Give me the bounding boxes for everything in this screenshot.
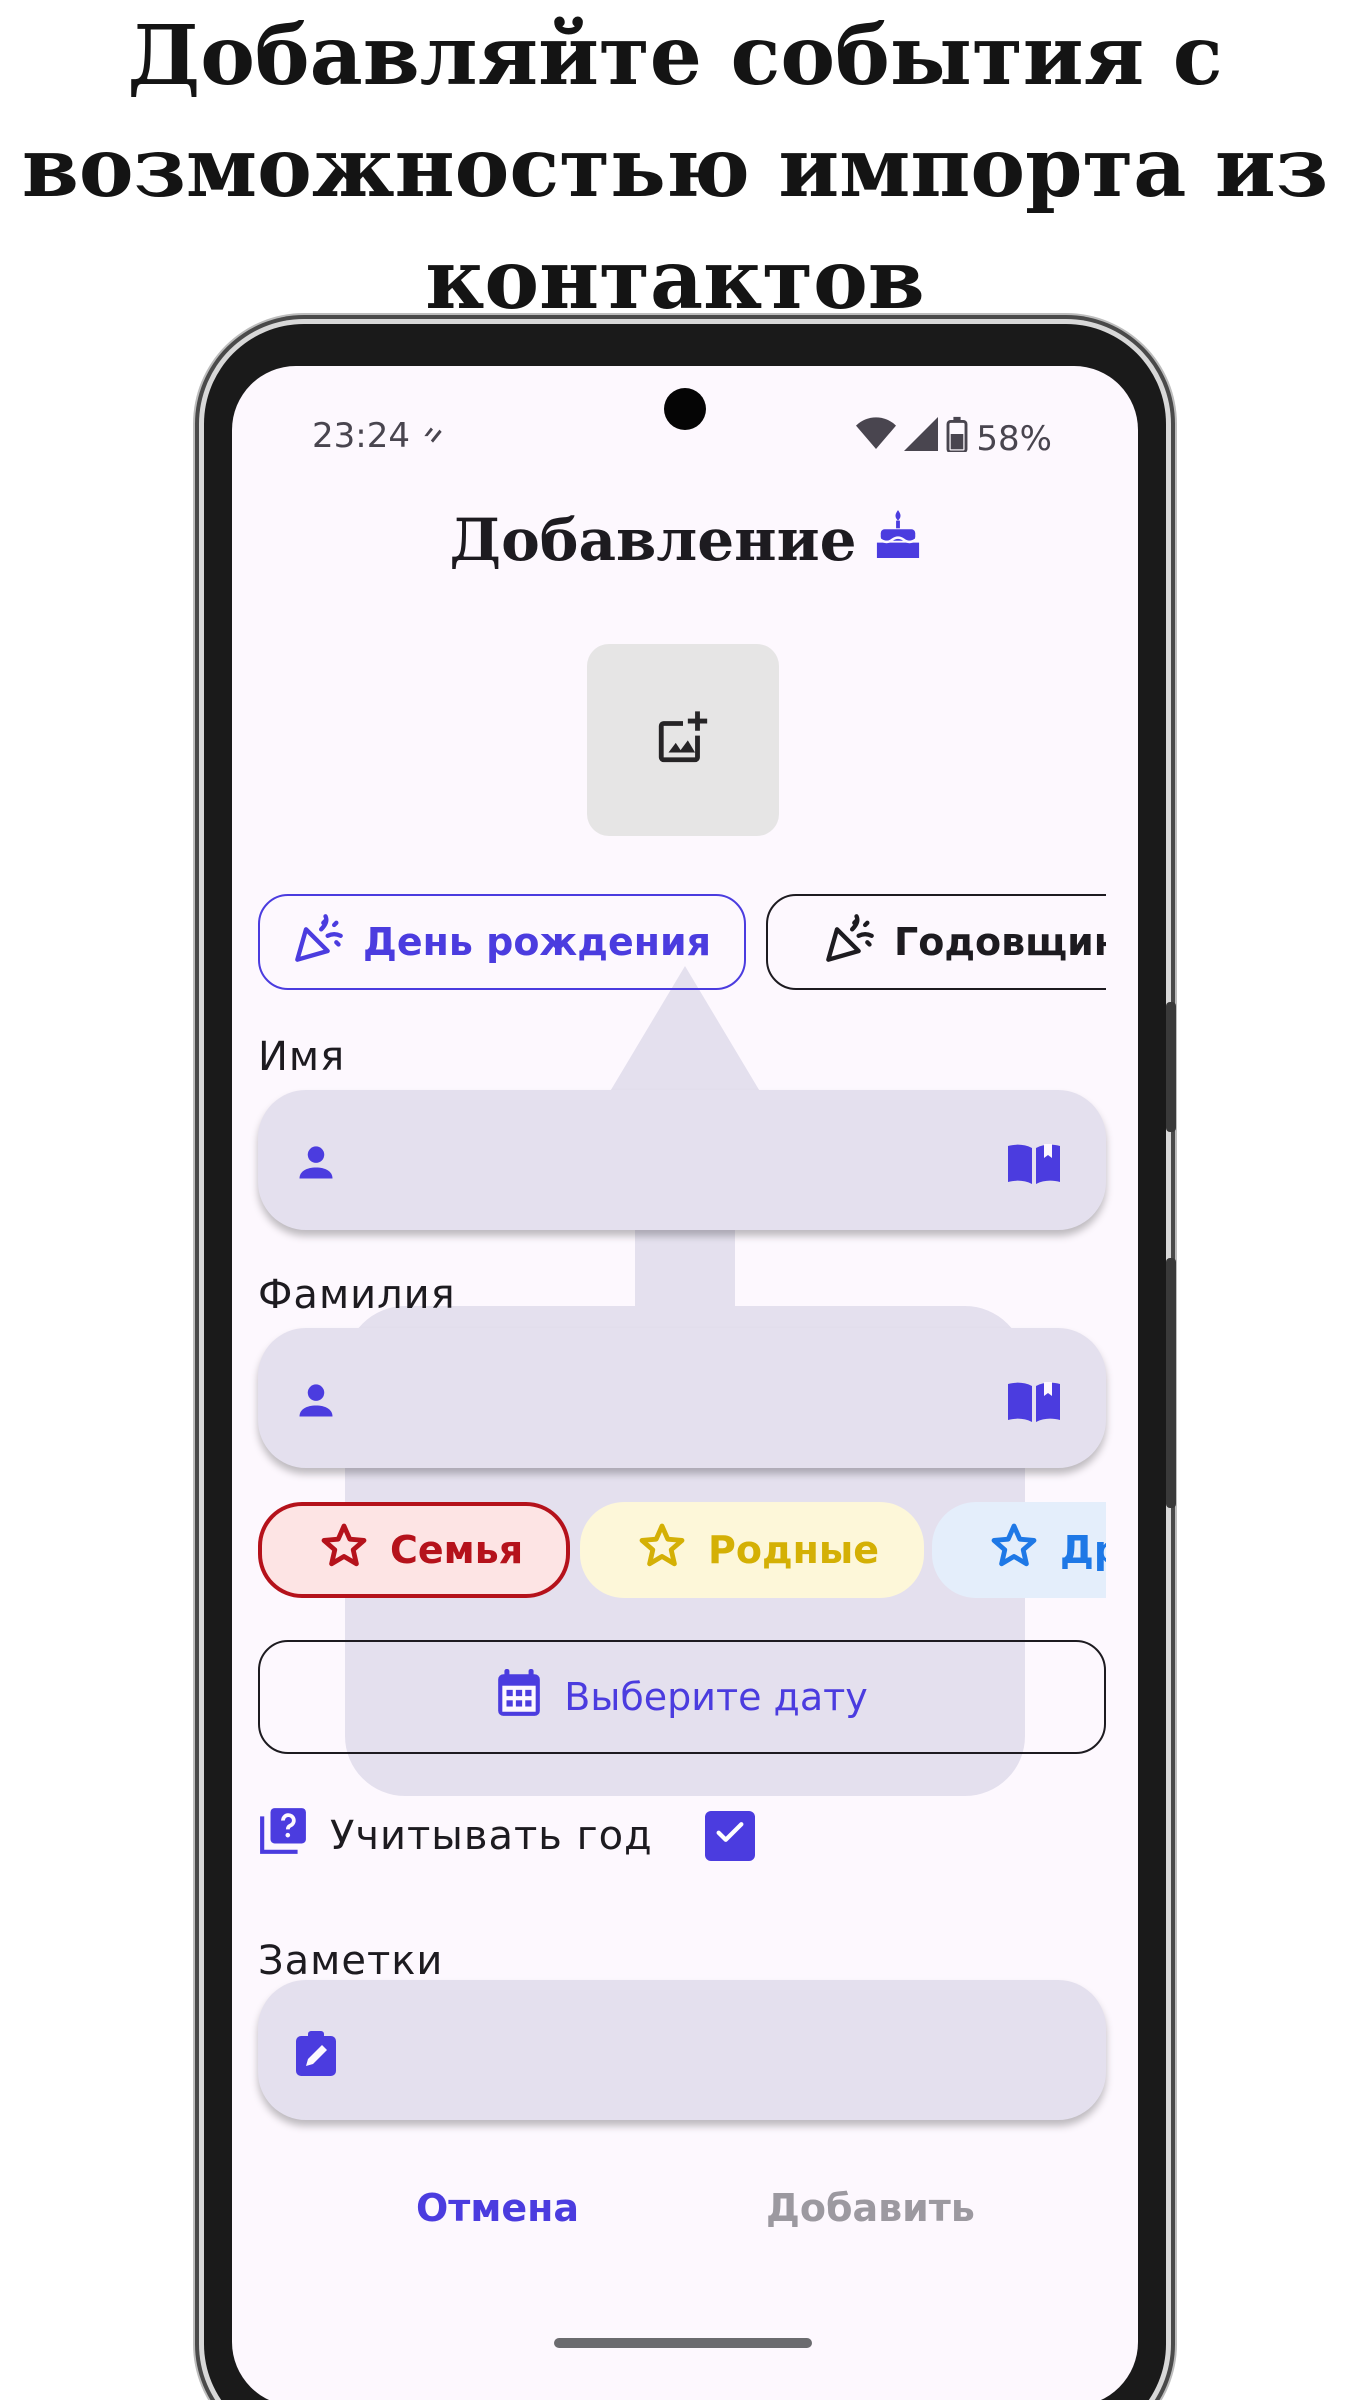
battery-percent: 58%: [976, 418, 1052, 459]
headline-line-2: возможностью импорта из: [21, 120, 1329, 216]
party-icon: [824, 912, 876, 973]
star-icon: [320, 1522, 368, 1579]
battery-icon: [946, 416, 968, 461]
notes-label: Заметки: [258, 1938, 444, 1984]
calendar-icon: [496, 1668, 542, 1727]
consider-year-row: Учитывать год: [258, 1806, 755, 1866]
notes-field[interactable]: [258, 1980, 1106, 2120]
headline-line-1: Добавляйте события с: [127, 8, 1223, 104]
cake-icon: [875, 506, 921, 574]
import-contact-icon[interactable]: [1006, 1138, 1062, 1190]
add-button[interactable]: Добавить: [766, 2186, 975, 2230]
wifi-icon: [856, 417, 897, 460]
first-name-label: Имя: [258, 1034, 346, 1080]
app-screen: 23:24 58% Добавление День рождения Годов…: [232, 366, 1138, 2400]
status-bar: 23:24 58%: [232, 416, 1138, 459]
person-icon: [294, 1378, 338, 1426]
consider-year-label: Учитывать год: [330, 1813, 653, 1859]
select-date-button[interactable]: Выберите дату: [258, 1640, 1106, 1754]
last-name-label: Фамилия: [258, 1272, 456, 1318]
page-title-text: Добавление: [449, 506, 857, 574]
consider-year-checkbox[interactable]: [704, 1811, 755, 1861]
headline-line-3: контактов: [425, 232, 925, 328]
chip-family[interactable]: Семья: [258, 1502, 570, 1598]
check-icon: [713, 1813, 747, 1859]
clipboard-edit-icon: [294, 2030, 338, 2082]
question-list-icon: [258, 1806, 308, 1866]
page-title: Добавление: [232, 506, 1138, 574]
chip-friends-label: Др: [1060, 1528, 1106, 1572]
select-date-label: Выберите дату: [564, 1675, 868, 1719]
chip-family-label: Семья: [390, 1528, 524, 1572]
gesture-nav-handle[interactable]: [554, 2338, 812, 2348]
last-name-field[interactable]: [258, 1328, 1106, 1468]
star-icon: [638, 1522, 686, 1579]
chip-relatives[interactable]: Родные: [580, 1502, 924, 1598]
chip-anniversary[interactable]: Годовщина: [766, 894, 1106, 990]
event-type-chips: День рождения Годовщина: [258, 894, 1106, 992]
star-icon: [990, 1522, 1038, 1579]
party-icon: [293, 912, 345, 973]
chip-anniversary-label: Годовщина: [894, 920, 1106, 964]
signal-icon: [904, 417, 939, 460]
chip-birthday-label: День рождения: [363, 920, 711, 964]
chip-friends[interactable]: Др: [932, 1502, 1106, 1598]
import-contact-icon[interactable]: [1006, 1376, 1062, 1428]
add-photo-icon: [654, 709, 712, 771]
group-chips: Семья Родные Др: [258, 1502, 1106, 1600]
person-icon: [294, 1140, 338, 1188]
first-name-field[interactable]: [258, 1090, 1106, 1230]
cancel-button[interactable]: Отмена: [416, 2186, 579, 2230]
volume-button: [1166, 1002, 1176, 1132]
add-photo-button[interactable]: [587, 644, 779, 836]
promo-headline: Добавляйте события с возможностью импорт…: [0, 0, 1350, 336]
chip-birthday[interactable]: День рождения: [258, 894, 746, 990]
chip-relatives-label: Родные: [708, 1528, 880, 1572]
power-button: [1166, 1258, 1176, 1508]
status-time: 23:24: [312, 416, 410, 456]
data-saver-icon: [420, 416, 446, 456]
